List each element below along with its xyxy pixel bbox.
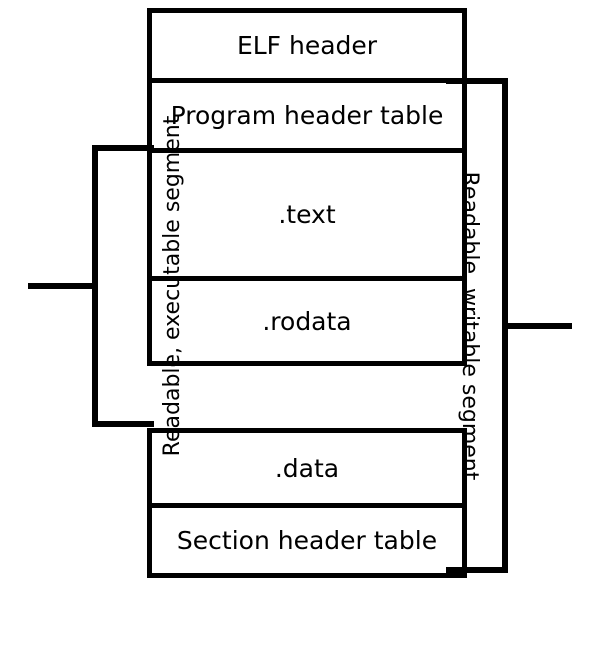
segment-readable-writable: Readable, writable segment (476, 78, 596, 573)
box-elf-header: ELF header (147, 8, 467, 78)
bracket-top-icon (92, 145, 154, 151)
box-data-section: .data (147, 428, 467, 503)
bracket-stem-icon (92, 145, 98, 427)
bracket-stem-icon (502, 78, 508, 573)
gap-between-segments (147, 366, 467, 428)
bracket-bottom-icon (92, 421, 154, 427)
bracket-handle-icon (502, 323, 572, 329)
elf-layout-diagram: ELF header Program header table .text .r… (0, 0, 600, 664)
bracket-handle-icon (28, 283, 98, 289)
box-program-header-table: Program header table (147, 78, 467, 148)
elf-column: ELF header Program header table .text .r… (147, 8, 467, 578)
segment-readable-executable: Readable, executable segment (4, 145, 124, 427)
box-text-section: .text (147, 148, 467, 276)
box-rodata-section: .rodata (147, 276, 467, 366)
box-section-header-table: Section header table (147, 503, 467, 578)
